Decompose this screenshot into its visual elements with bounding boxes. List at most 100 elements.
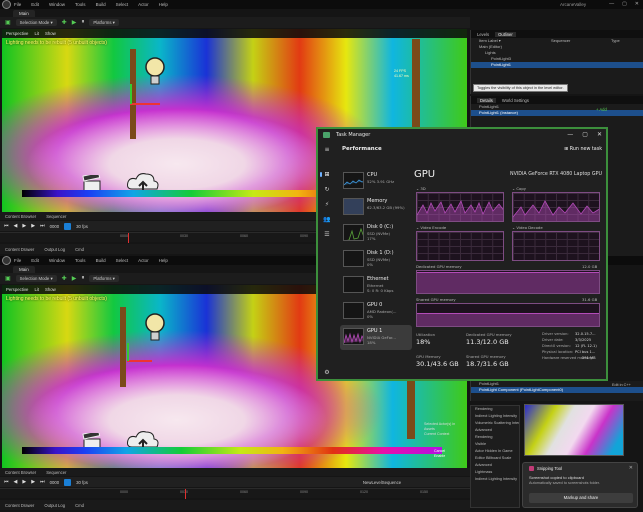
device-memory[interactable]: Memory 62.3/63.2 GB (99%) <box>340 195 412 220</box>
tab-outliner[interactable]: Outliner <box>495 31 516 37</box>
gizmo-x-axis[interactable] <box>127 360 152 362</box>
selection-mode-dropdown[interactable]: Selection Mode ▾ <box>15 275 57 282</box>
menu-help[interactable]: Help <box>159 258 168 263</box>
cmd-input[interactable]: Cmd <box>75 247 84 252</box>
device-ethernet[interactable]: Ethernet Ethernet S: 0 R: 0 Kbps <box>340 273 412 298</box>
category-item[interactable]: Advanced <box>471 427 519 434</box>
device-disk-0[interactable]: Disk 0 (C:) SSD (NVMe) 17% <box>340 221 412 246</box>
tab-sequencer[interactable]: Sequencer <box>46 470 66 475</box>
markup-and-share-button[interactable]: Markup and share <box>529 493 633 503</box>
column-type[interactable]: Type <box>611 38 620 44</box>
content-drawer-button[interactable]: Content Drawer <box>5 503 34 508</box>
gizmo-y-axis[interactable] <box>130 84 132 104</box>
category-item[interactable]: Rendering <box>471 434 519 441</box>
menu-tools[interactable]: Tools <box>75 258 86 263</box>
selection-mode-dropdown[interactable]: Selection Mode ▾ <box>15 19 57 26</box>
settings-icon[interactable]: ⚙ <box>323 369 331 376</box>
pause-icon[interactable]: ⏸ <box>81 19 84 26</box>
category-item[interactable]: Lightmass <box>471 469 519 476</box>
tab-content-browser[interactable]: Content Browser <box>5 214 36 219</box>
play-icon[interactable]: ▶ <box>72 275 77 282</box>
menu-actor[interactable]: Actor <box>138 2 149 7</box>
show-button[interactable]: Show <box>45 31 56 36</box>
minimize-button[interactable]: — <box>567 131 573 138</box>
device-cpu[interactable]: CPU 52% 3.91 GHz <box>340 169 412 194</box>
category-item[interactable]: Indirect Lighting Intensity <box>471 476 519 483</box>
graph-label-3d[interactable]: ⌄ 3D <box>416 186 426 191</box>
cmd-input[interactable]: Cmd <box>75 503 84 508</box>
category-item[interactable]: Actor Hidden In Game <box>471 448 519 455</box>
details-component-row[interactable]: PointLight Component (PointLightComponen… <box>471 387 643 393</box>
graph-label-video-encode[interactable]: ⌄ Video Encode <box>416 225 446 230</box>
toast-close-button[interactable]: ✕ <box>629 465 633 471</box>
tab-world-settings[interactable]: World Settings <box>502 98 529 103</box>
device-gpu-1[interactable]: GPU 1 NVIDIA GeFor... 18% <box>340 325 412 350</box>
users-icon[interactable]: 👥 <box>323 216 331 223</box>
playhead[interactable] <box>185 489 186 499</box>
show-button[interactable]: Show <box>45 287 56 292</box>
platforms-dropdown[interactable]: Platforms ▾ <box>89 275 119 282</box>
menu-select[interactable]: Select <box>116 258 129 263</box>
minimize-button[interactable]: — <box>609 1 614 7</box>
column-sequencer[interactable]: Sequencer <box>551 38 570 44</box>
tab-levels[interactable]: Levels <box>477 32 489 37</box>
point-light-icon[interactable] <box>144 57 166 87</box>
sequence-name[interactable]: NewLevelSequence <box>363 480 401 485</box>
enable-button[interactable]: Enable <box>434 454 445 459</box>
outliner-row-selected[interactable]: PointLight1 <box>471 62 643 68</box>
frame-rate-dropdown[interactable]: 30 fps <box>76 480 88 485</box>
play-sequence-icon[interactable]: ▶ <box>22 479 26 485</box>
close-button[interactable]: ✕ <box>635 1 639 7</box>
unreal-logo-icon[interactable] <box>2 0 11 9</box>
output-log-button[interactable]: Output Log <box>44 503 65 508</box>
snap-toggle[interactable] <box>64 478 72 486</box>
menu-build[interactable]: Build <box>96 2 106 7</box>
menu-window[interactable]: Window <box>49 2 65 7</box>
snap-toggle[interactable] <box>64 222 72 230</box>
edit-in-cpp-link[interactable]: Edit in C++ <box>612 383 631 387</box>
step-back-icon[interactable]: ◀ <box>14 479 18 485</box>
perspective-button[interactable]: Perspective <box>6 31 28 36</box>
details-icon[interactable]: ☰ <box>323 231 331 238</box>
tab-details[interactable]: Details <box>477 97 496 103</box>
frame-rate-dropdown[interactable]: 30 fps <box>76 224 88 229</box>
tab-content-browser[interactable]: Content Browser <box>5 470 36 475</box>
gizmo-y-axis[interactable] <box>127 343 129 361</box>
snipping-tool-notification[interactable]: Snipping Tool ✕ Screenshot copied to cli… <box>522 462 638 508</box>
maximize-button[interactable]: ▢ <box>622 1 627 7</box>
step-back-icon[interactable]: ◀ <box>14 223 18 229</box>
device-gpu-0[interactable]: GPU 0 AMD Radeon(... 0% <box>340 299 412 324</box>
step-forward-icon[interactable]: ▶ <box>31 479 35 485</box>
gizmo-x-axis[interactable] <box>130 103 160 105</box>
add-actor-icon[interactable]: ✚ <box>62 275 67 282</box>
tab-main[interactable]: Main <box>13 10 35 17</box>
category-item[interactable]: Volumetric Scattering Intensity <box>471 420 519 427</box>
skip-back-icon[interactable]: ⏮ <box>4 223 9 229</box>
platforms-dropdown[interactable]: Platforms ▾ <box>89 19 119 26</box>
menu-edit[interactable]: Edit <box>31 2 39 7</box>
details-component-row[interactable]: PointLight1 (Instance) <box>471 110 643 116</box>
skip-back-icon[interactable]: ⏮ <box>4 479 9 485</box>
app-history-icon[interactable]: ↻ <box>323 186 331 193</box>
content-drawer-button[interactable]: Content Drawer <box>5 247 34 252</box>
lit-button[interactable]: Lit <box>34 31 39 36</box>
device-disk-1[interactable]: Disk 1 (D:) SSD (NVMe) 0% <box>340 247 412 272</box>
perspective-button[interactable]: Perspective <box>6 287 28 292</box>
pause-icon[interactable]: ⏸ <box>81 275 84 282</box>
skip-forward-icon[interactable]: ⏭ <box>40 479 45 485</box>
tab-sequencer[interactable]: Sequencer <box>46 214 66 219</box>
playhead[interactable] <box>128 233 129 243</box>
hamburger-menu-icon[interactable]: ≡ <box>323 146 331 153</box>
category-item[interactable]: Visible <box>471 441 519 448</box>
play-sequence-icon[interactable]: ▶ <box>22 223 26 229</box>
menu-actor[interactable]: Actor <box>138 258 149 263</box>
menu-build[interactable]: Build <box>96 258 106 263</box>
skip-forward-icon[interactable]: ⏭ <box>40 223 45 229</box>
graph-label-copy[interactable]: ⌄ Copy <box>512 186 526 191</box>
lit-button[interactable]: Lit <box>34 287 39 292</box>
menu-edit[interactable]: Edit <box>31 258 39 263</box>
category-item[interactable]: Editor Billboard Scale <box>471 455 519 462</box>
category-item[interactable]: Advanced <box>471 462 519 469</box>
play-icon[interactable]: ▶ <box>72 19 77 26</box>
unreal-logo-icon[interactable] <box>2 256 11 265</box>
